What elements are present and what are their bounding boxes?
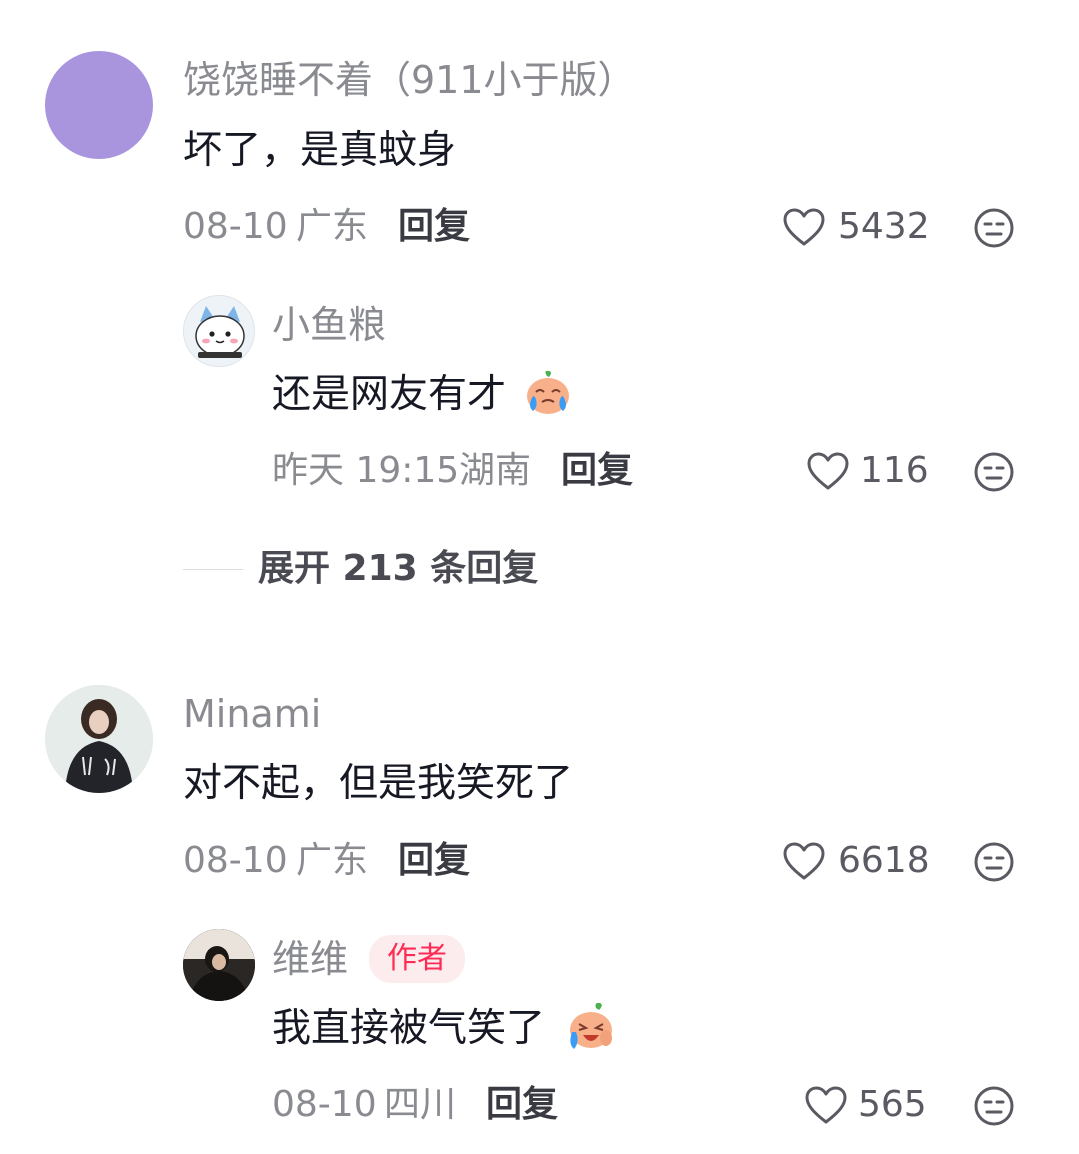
like-count: 565 [858, 1084, 927, 1125]
reply-location: 湖南 [459, 450, 532, 491]
avatar[interactable] [45, 685, 153, 793]
reply-date: 08-10 [272, 1084, 377, 1125]
author-badge: 作者 [369, 935, 465, 983]
person-photo-avatar-icon [183, 929, 255, 1001]
comment-date: 08-10 [183, 206, 288, 247]
comment-location: 广东 [296, 840, 369, 881]
person-photo-avatar-icon [45, 685, 153, 793]
reply-avatar[interactable] [183, 929, 255, 1001]
heart-outline-icon[interactable] [782, 841, 826, 881]
expand-divider [183, 569, 243, 570]
heart-outline-icon[interactable] [806, 451, 850, 491]
comment-username[interactable]: Minami [183, 690, 321, 738]
reply-location: 四川 [384, 1084, 457, 1125]
cartoon-cat-avatar-icon [195, 306, 245, 358]
reply-date: 昨天 19:15 [272, 450, 460, 491]
unamused-face-icon[interactable] [973, 841, 1015, 883]
reply-username[interactable]: 小鱼粮 [272, 301, 386, 349]
comment-username[interactable]: 饶饶睡不着（911小于版） [183, 56, 636, 104]
reply-button[interactable]: 回复 [486, 1082, 558, 1128]
crying-face-emoji [523, 368, 573, 418]
reply-button[interactable]: 回复 [398, 204, 470, 250]
like-count: 116 [860, 450, 929, 491]
like-count: 6618 [838, 840, 930, 881]
avatar[interactable] [45, 51, 153, 159]
unamused-face-icon[interactable] [973, 207, 1015, 249]
comment-location: 广东 [296, 206, 369, 247]
reply-username[interactable]: 维维 [272, 935, 348, 983]
expand-replies-button[interactable]: 展开 213 条回复 [258, 546, 538, 592]
comment-text: 坏了，是真蚊身 [183, 128, 457, 173]
comment-date: 08-10 [183, 840, 288, 881]
heart-outline-icon[interactable] [804, 1085, 848, 1125]
reply-text: 还是网友有才 [272, 372, 507, 417]
unamused-face-icon[interactable] [973, 1085, 1015, 1127]
heart-outline-icon[interactable] [782, 207, 826, 247]
avatar-fill [45, 51, 153, 159]
reply-button[interactable]: 回复 [398, 838, 470, 884]
like-count: 5432 [838, 206, 930, 247]
reply-avatar[interactable] [183, 295, 255, 367]
laughing-crying-face-emoji [566, 1002, 616, 1052]
reply-button[interactable]: 回复 [561, 448, 633, 494]
reply-text: 我直接被气笑了 [272, 1006, 546, 1051]
comment-text: 对不起，但是我笑死了 [183, 761, 574, 806]
unamused-face-icon[interactable] [973, 451, 1015, 493]
